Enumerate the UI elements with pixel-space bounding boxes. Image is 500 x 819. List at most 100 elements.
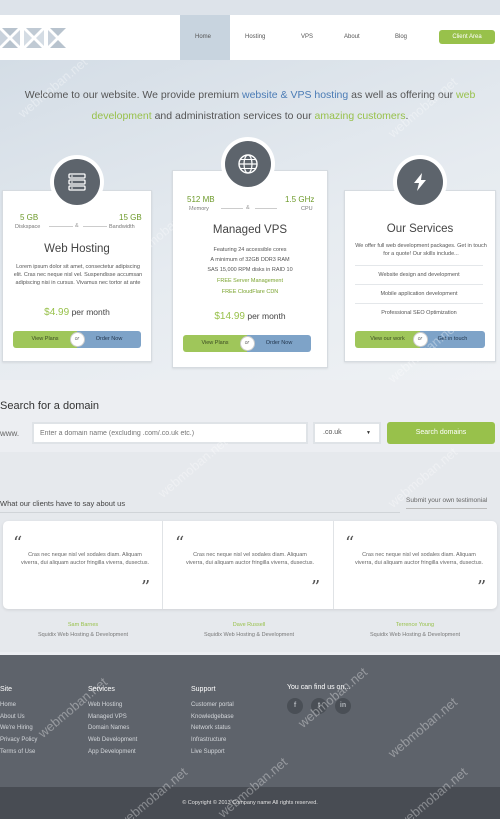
card-description: Lorem ipsum dolor sit amet, consectetur …: [13, 264, 143, 286]
intro-text: Welcome to our website. We provide premi…: [24, 89, 476, 122]
footer-col-site: Site Home About Us We're Hiring Privacy …: [0, 686, 37, 759]
footer-col-services: Services Web Hosting Managed VPS Domain …: [88, 686, 137, 759]
footer-heading: Site: [0, 686, 13, 693]
card-title: Web Hosting: [44, 243, 110, 255]
order-now-button[interactable]: Order Now: [247, 335, 311, 352]
footer-link[interactable]: Customer portal: [191, 700, 234, 712]
testimonial-quote: “ Cras nec neque nisl vel sodales diam. …: [168, 521, 332, 609]
twitter-icon[interactable]: t: [311, 698, 327, 714]
divider: [49, 226, 73, 227]
footer-link[interactable]: Network status: [191, 723, 234, 735]
nav-about[interactable]: About: [344, 34, 360, 40]
testimonial-quote: “ Cras nec neque nisl vel sodales diam. …: [337, 521, 500, 609]
footer-link[interactable]: Infrastructure: [191, 735, 234, 747]
card-description: We offer full web development packages. …: [355, 243, 487, 257]
close-quote-icon: ”: [477, 577, 487, 598]
card-title: Our Services: [386, 223, 454, 235]
service-item: Professional SEO Optimization: [355, 303, 483, 316]
search-domains-button[interactable]: Search domains: [387, 422, 495, 444]
testimonial-author: Terrence Young Squidix Web Hosting & Dev…: [332, 622, 498, 638]
tld-select[interactable]: .co.uk ▼: [313, 422, 381, 444]
nav-home[interactable]: Home: [195, 34, 211, 40]
footer-col-support: Support Customer portal Knowledgebase Ne…: [191, 686, 234, 759]
service-item: Website design and development: [355, 265, 483, 278]
get-in-touch-button[interactable]: Get in touch: [420, 331, 485, 348]
submit-testimonial-link[interactable]: Submit your own testimonial: [406, 497, 488, 509]
linkedin-icon[interactable]: in: [335, 698, 351, 714]
domain-search-input[interactable]: [32, 422, 308, 444]
feature-item: SAS 15,000 RPM disks in RAID 10: [207, 267, 293, 273]
nav-hosting[interactable]: Hosting: [245, 34, 265, 40]
testimonial-quote: “ Cras nec neque nisl vel sodales diam. …: [3, 521, 167, 609]
facebook-icon[interactable]: f: [287, 698, 303, 714]
globe-icon: [238, 154, 258, 174]
nav-blog[interactable]: Blog: [395, 34, 407, 40]
service-buttons: View our work Get in touch or: [355, 331, 485, 348]
diskspace-label: Diskspace: [15, 224, 41, 230]
server-badge: [50, 155, 104, 209]
bolt-badge: [393, 155, 447, 209]
nav-vps[interactable]: VPS: [301, 34, 313, 40]
footer-link[interactable]: Web Hosting: [88, 700, 137, 712]
footer-link[interactable]: Knowledgebase: [191, 712, 234, 724]
lightning-icon: [414, 173, 426, 191]
ampersand: &: [246, 205, 250, 211]
footer-link[interactable]: App Development: [88, 747, 137, 759]
author-company: Squidix Web Hosting & Development: [369, 632, 461, 638]
dropdown-arrow-icon: ▼: [366, 430, 371, 436]
or-badge: or: [69, 332, 85, 347]
footer-link[interactable]: Domain Names: [88, 723, 137, 735]
memory-label: Memory: [189, 206, 209, 212]
plan-buttons: View Plans Order Now or: [183, 335, 311, 352]
footer-link[interactable]: Privacy Policy: [0, 735, 37, 747]
footer-link[interactable]: About Us: [0, 712, 37, 724]
footer-heading: You can find us on...: [287, 684, 351, 691]
diskspace-value: 5 GB: [20, 213, 39, 222]
quote-text: Cras nec neque nisl vel sodales diam. Al…: [185, 552, 315, 566]
divider: [221, 208, 243, 209]
divider: [83, 226, 107, 227]
footer-link[interactable]: Web Development: [88, 735, 137, 747]
or-badge: or: [412, 332, 428, 347]
feature-item: Featuring 24 accessible cores: [213, 247, 287, 253]
logo-icon: [0, 28, 66, 48]
bandwidth-value: 15 GB: [119, 213, 142, 222]
www-prefix: www.: [0, 429, 20, 438]
footer-link[interactable]: Live Support: [191, 747, 234, 759]
plan-buttons: View Plans Order Now or: [13, 331, 141, 348]
managed-vps-card: 512 MB Memory & 1.5 GHz CPU Managed VPS …: [172, 170, 328, 368]
view-work-button[interactable]: View our work: [355, 331, 420, 348]
our-services-card: Our Services We offer full web developme…: [344, 190, 496, 362]
testimonial-author: Dave Russell Squidix Web Hosting & Devel…: [166, 622, 332, 638]
intro-link-hosting[interactable]: website & VPS hosting: [242, 89, 348, 101]
footer: [0, 655, 500, 787]
author-name: Terrence Young: [395, 622, 435, 628]
footer-link[interactable]: Home: [0, 700, 37, 712]
card-title: Managed VPS: [212, 224, 288, 236]
intro-link-customers[interactable]: amazing customers: [314, 110, 405, 122]
view-plans-button[interactable]: View Plans: [183, 335, 247, 352]
open-quote-icon: “: [175, 533, 185, 554]
site-logo[interactable]: [0, 28, 66, 48]
author-name: Dave Russell: [232, 622, 266, 628]
cpu-value: 1.5 GHz: [285, 195, 315, 204]
author-name: Sam Barnes: [67, 622, 99, 628]
footer-link[interactable]: We're Hiring: [0, 723, 37, 735]
server-icon: [68, 173, 86, 191]
client-area-button[interactable]: Client Area: [439, 30, 495, 44]
free-feature-item: FREE Server Management: [216, 278, 284, 284]
feature-item: A minimum of 32GB DDR3 RAM: [210, 257, 290, 263]
footer-link[interactable]: Terms of Use: [0, 747, 37, 759]
price: $4.99 per month: [44, 307, 110, 318]
view-plans-button[interactable]: View Plans: [13, 331, 77, 348]
order-now-button[interactable]: Order Now: [77, 331, 141, 348]
close-quote-icon: ”: [141, 577, 151, 598]
divider: [255, 208, 277, 209]
globe-badge: [221, 137, 275, 191]
ampersand: &: [75, 223, 79, 229]
price: $14.99 per month: [214, 311, 286, 322]
bandwidth-label: Bandwidth: [109, 224, 135, 230]
free-feature-item: FREE CloudFlare CDN: [221, 289, 279, 295]
author-company: Squidix Web Hosting & Development: [37, 632, 129, 638]
footer-link[interactable]: Managed VPS: [88, 712, 137, 724]
